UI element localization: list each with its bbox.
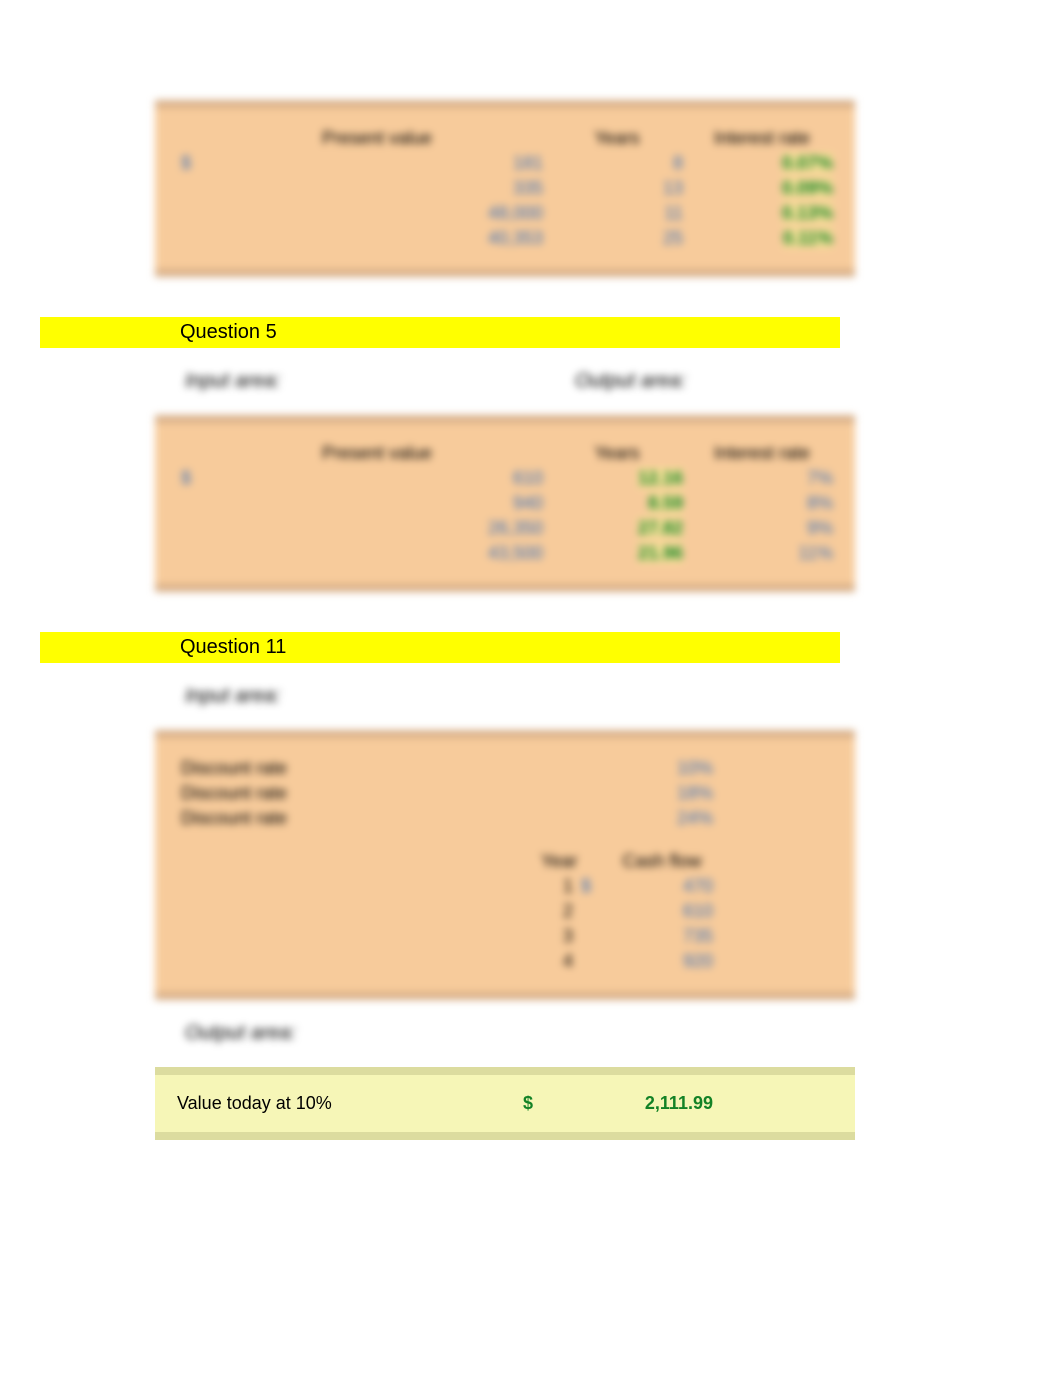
input-area-label: Input area:: [185, 370, 575, 393]
pv-value: 610: [207, 466, 547, 491]
table-row: $ 610 12.16 7%: [177, 466, 837, 491]
col-header-cashflow: Cash flow: [607, 849, 717, 874]
currency-symbol: $: [177, 151, 207, 176]
currency-symbol: $: [177, 466, 207, 491]
pv-table-1: Present value Years Interest rate $ 181 …: [177, 126, 837, 251]
year-value: 3: [537, 924, 577, 949]
table-present-value-1: Present value Years Interest rate $ 181 …: [155, 100, 855, 277]
result-value: 2,111.99: [563, 1093, 713, 1114]
table-row: 43,500 21.96 11%: [177, 541, 837, 566]
years-value: 27.82: [638, 518, 683, 538]
cashflow-value: 470: [607, 874, 717, 899]
rate-value: 0.09%: [782, 178, 833, 198]
cashflow-value: 920: [607, 949, 717, 974]
rate-value: 11%: [687, 541, 837, 566]
year-value: 2: [537, 899, 577, 924]
table-present-value-2: Present value Years Interest rate $ 610 …: [155, 415, 855, 592]
discount-rate-value: 24%: [607, 806, 717, 831]
pv-value: 48,000: [207, 201, 547, 226]
col-header-years: Years: [547, 441, 687, 466]
pv-value: 40,353: [207, 226, 547, 251]
table-row: 2 610: [177, 899, 837, 924]
years-value: 11: [547, 201, 687, 226]
discount-rate-table: Discount rate 10% Discount rate 18% Disc…: [177, 756, 837, 974]
discount-rate-label: Discount rate: [177, 806, 537, 831]
rate-value: 0.13%: [782, 203, 833, 223]
question-5-header: Question 5: [40, 317, 840, 348]
col-header-years: Years: [547, 126, 687, 151]
table-row: $ 181 8 0.07%: [177, 151, 837, 176]
discount-rate-label: Discount rate: [177, 781, 537, 806]
pv-table-2: Present value Years Interest rate $ 610 …: [177, 441, 837, 566]
table-row: 3 735: [177, 924, 837, 949]
col-header-rate: Interest rate: [687, 126, 837, 151]
year-value: 4: [537, 949, 577, 974]
table-row: Discount rate 18%: [177, 781, 837, 806]
years-value: 21.96: [638, 543, 683, 563]
area-labels-row: Input area:: [185, 685, 825, 708]
pv-value: 335: [207, 176, 547, 201]
area-labels-row: Output area:: [185, 1022, 825, 1045]
rate-value: 0.07%: [782, 153, 833, 173]
years-value: 12.16: [638, 468, 683, 488]
result-box: Value today at 10% $ 2,111.99: [155, 1067, 855, 1140]
question-title: Question 11: [180, 636, 286, 658]
output-area-label: Output area:: [185, 1022, 575, 1045]
years-value: 13: [547, 176, 687, 201]
cashflow-value: 735: [607, 924, 717, 949]
pv-value: 940: [207, 491, 547, 516]
pv-value: 26,350: [207, 516, 547, 541]
table-row: 40,353 25 0.11%: [177, 226, 837, 251]
table-row: 26,350 27.82 9%: [177, 516, 837, 541]
table-row: 48,000 11 0.13%: [177, 201, 837, 226]
result-label: Value today at 10%: [177, 1093, 523, 1114]
discount-rate-value: 18%: [607, 781, 717, 806]
rate-value: 9%: [687, 516, 837, 541]
years-value: 8: [547, 151, 687, 176]
input-area-label: Input area:: [185, 685, 575, 708]
rate-value: 7%: [687, 466, 837, 491]
table-row: Discount rate 10%: [177, 756, 837, 781]
currency-symbol: $: [577, 874, 607, 899]
question-11-header: Question 11: [40, 632, 840, 663]
rate-value: 8%: [687, 491, 837, 516]
table-row: 4 920: [177, 949, 837, 974]
currency-symbol: $: [523, 1093, 563, 1114]
table-row: 940 8.59 8%: [177, 491, 837, 516]
area-labels-row: Input area: Output area:: [185, 370, 825, 393]
discount-rate-value: 10%: [607, 756, 717, 781]
discount-rate-box: Discount rate 10% Discount rate 18% Disc…: [155, 730, 855, 1000]
pv-value: 43,500: [207, 541, 547, 566]
table-row: 1 $ 470: [177, 874, 837, 899]
question-title: Question 5: [180, 321, 277, 343]
year-value: 1: [537, 874, 577, 899]
rate-value: 0.11%: [783, 228, 833, 248]
cashflow-value: 610: [607, 899, 717, 924]
years-value: 25: [547, 226, 687, 251]
col-header-pv: Present value: [207, 441, 547, 466]
col-header-pv: Present value: [207, 126, 547, 151]
table-row: Discount rate 24%: [177, 806, 837, 831]
table-row: 335 13 0.09%: [177, 176, 837, 201]
col-header-rate: Interest rate: [687, 441, 837, 466]
years-value: 8.59: [648, 493, 683, 513]
col-header-year: Year: [537, 849, 577, 874]
output-area-label: Output area:: [575, 370, 686, 393]
discount-rate-label: Discount rate: [177, 756, 537, 781]
pv-value: 181: [207, 151, 547, 176]
